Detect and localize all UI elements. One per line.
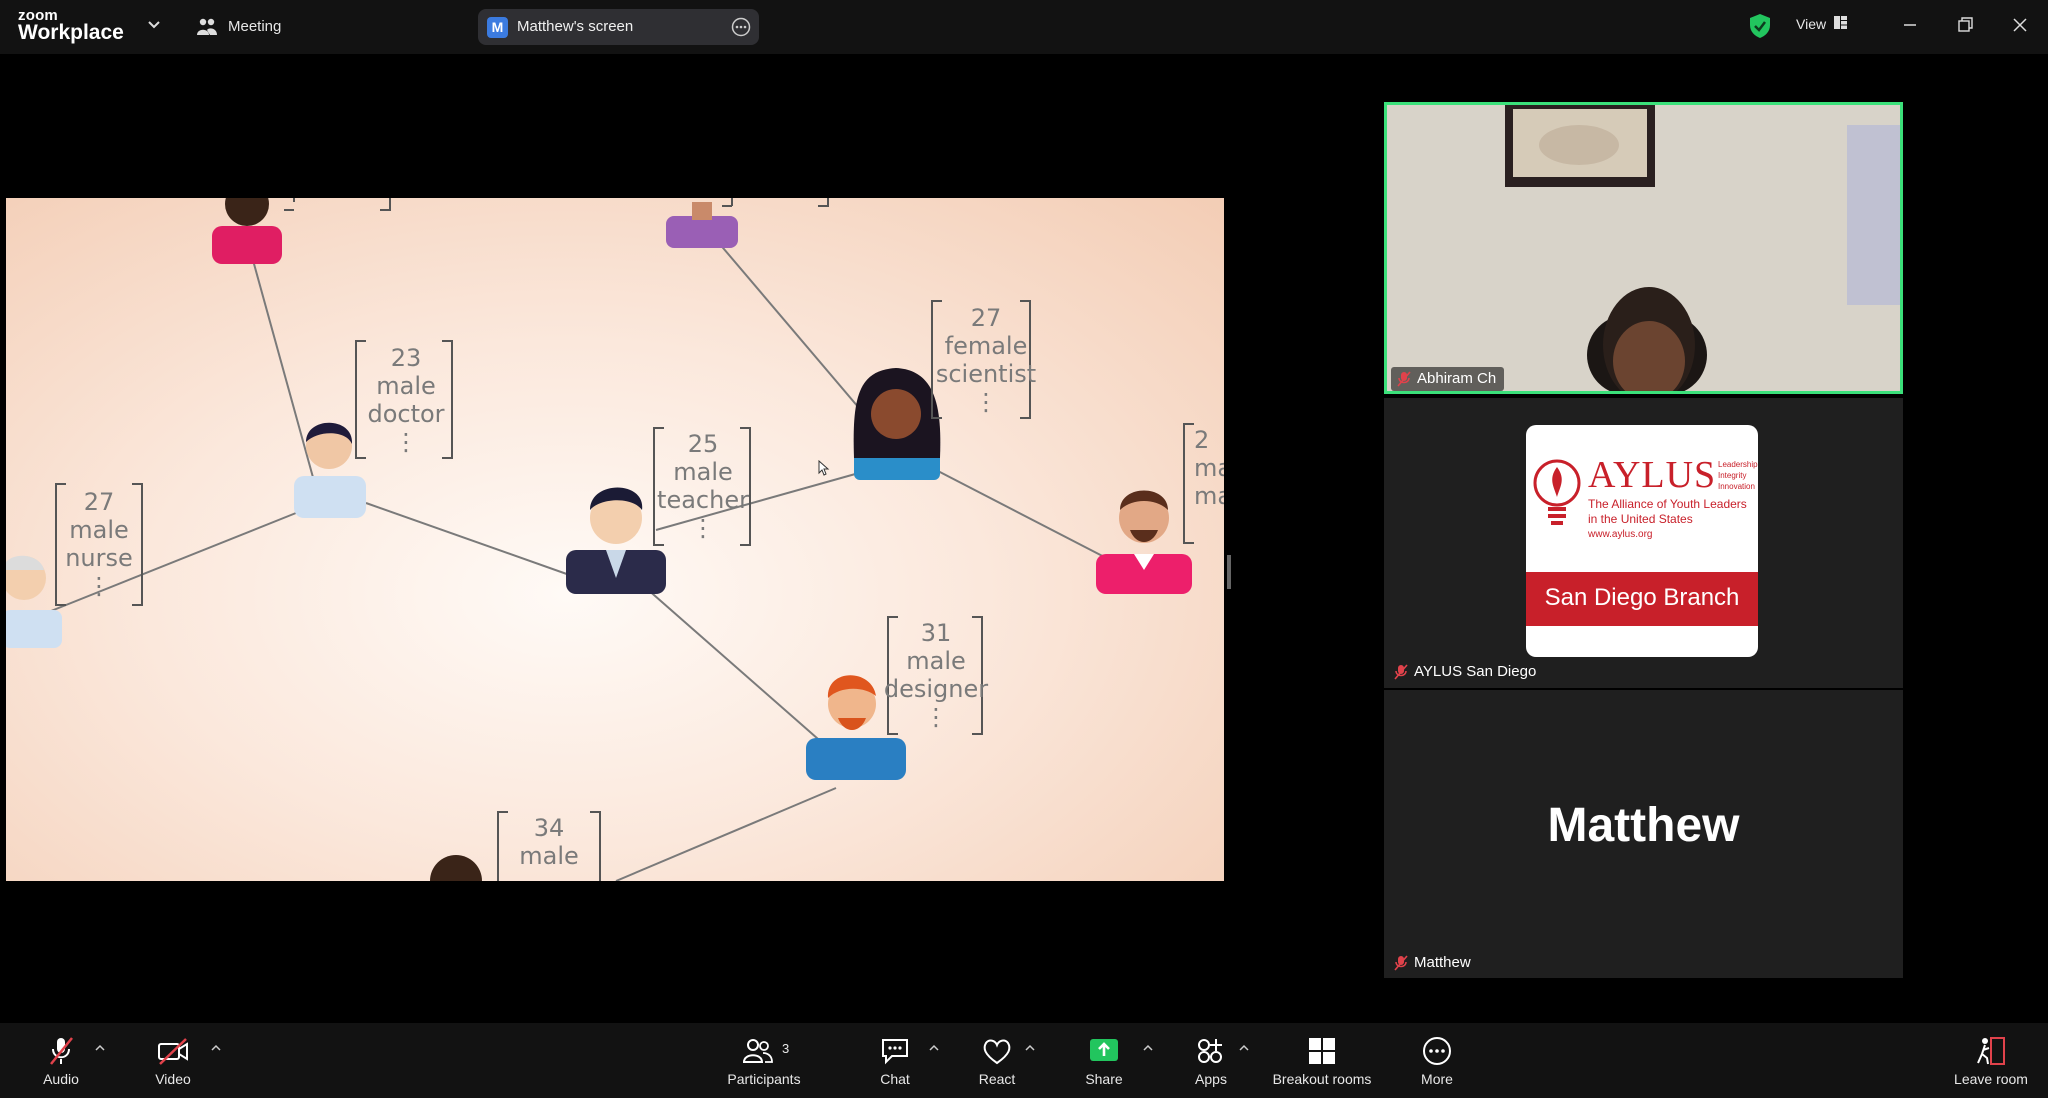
- minimize-icon[interactable]: [1896, 12, 1924, 38]
- participant-nametag: Matthew: [1388, 951, 1479, 975]
- person-figure: [430, 855, 482, 881]
- more-button[interactable]: More: [1402, 1023, 1472, 1098]
- view-button[interactable]: View: [1796, 16, 1826, 32]
- person-figure: [212, 198, 282, 264]
- chevron-up-icon[interactable]: [1024, 1043, 1036, 1053]
- participant-name: Abhiram Ch: [1417, 370, 1497, 387]
- more-icon: [1423, 1037, 1451, 1065]
- participant-display-name: Matthew: [1547, 799, 1740, 852]
- chevron-up-icon[interactable]: [94, 1043, 106, 1053]
- breakout-rooms-icon: [1309, 1038, 1335, 1064]
- participants-icon: [742, 1039, 773, 1063]
- participant-name: AYLUS San Diego: [1414, 663, 1537, 680]
- aylus-subtitle: The Alliance of Youth Leaders in the Uni…: [1588, 497, 1747, 526]
- video-tile-matthew[interactable]: Matthew Matthew: [1384, 690, 1903, 978]
- video-tile-abhiram[interactable]: Abhiram Ch: [1384, 102, 1903, 394]
- sharer-avatar: M: [487, 17, 508, 38]
- chevron-up-icon[interactable]: [928, 1043, 940, 1053]
- participants-button[interactable]: 3 Participants: [712, 1023, 816, 1098]
- profile-label: 2mamar: [1194, 426, 1224, 510]
- profile-label: 34 male: [519, 814, 579, 870]
- title-bar: zoom Workplace Meeting M Matthew's scree…: [0, 0, 2048, 54]
- breakout-rooms-button[interactable]: Breakout rooms: [1262, 1023, 1382, 1098]
- more-options-icon[interactable]: [731, 17, 751, 37]
- shared-screen-content[interactable]: 23 male doctor ⋮ 27 female scientist ⋮ 25 male t…: [6, 198, 1224, 881]
- person-figure: [666, 202, 738, 248]
- meeting-toolbar: Audio Video 3 Participants Chat React Sh…: [0, 1023, 2048, 1098]
- participant-nametag: AYLUS San Diego: [1388, 660, 1544, 684]
- share-button[interactable]: Share: [1069, 1023, 1139, 1098]
- mic-muted-icon: [50, 1037, 73, 1065]
- panel-resize-handle[interactable]: [1227, 555, 1231, 589]
- profile-label: 27 male nurse ⋮: [65, 488, 133, 600]
- profile-label: 27 female scientist ⋮: [935, 304, 1037, 416]
- close-icon[interactable]: [2006, 12, 2034, 38]
- profile-label: 31 male designer ⋮: [883, 619, 989, 731]
- chevron-up-icon[interactable]: [1238, 1043, 1250, 1053]
- video-off-icon: [158, 1038, 188, 1065]
- leave-room-button[interactable]: Leave room: [1946, 1023, 2036, 1098]
- aylus-logo: AYLUS Leadership Integrity Innovation The …: [1526, 425, 1758, 657]
- person-figure: [1096, 490, 1192, 594]
- view-layout-icon[interactable]: [1833, 15, 1848, 30]
- aylus-tagline: Leadership Integrity Innovation: [1718, 460, 1758, 491]
- participant-name: Matthew: [1414, 954, 1471, 971]
- participant-count: 3: [782, 1041, 790, 1056]
- aylus-title: AYLUS: [1588, 454, 1717, 496]
- react-button[interactable]: React: [962, 1023, 1032, 1098]
- branch-name: San Diego Branch: [1544, 584, 1740, 611]
- audio-button[interactable]: Audio: [26, 1023, 96, 1098]
- meeting-label[interactable]: Meeting: [228, 18, 281, 35]
- leave-icon: [1977, 1037, 2005, 1065]
- mouse-cursor-icon: [818, 460, 830, 476]
- profile-label: 23 male doctor ⋮: [367, 344, 445, 456]
- profile-label: 25 male teacher ⋮: [657, 430, 749, 542]
- chat-button[interactable]: Chat: [860, 1023, 930, 1098]
- chevron-up-icon[interactable]: [210, 1043, 222, 1053]
- webcam-video: [1387, 105, 1900, 391]
- mic-muted-icon: [1394, 955, 1408, 971]
- chat-icon: [882, 1039, 908, 1065]
- app-title[interactable]: Workplace: [18, 21, 124, 45]
- mic-muted-icon: [1397, 371, 1411, 387]
- participant-nametag: Abhiram Ch: [1391, 367, 1505, 391]
- apps-icon: [1198, 1039, 1222, 1063]
- aylus-url: www.aylus.org: [1588, 529, 1653, 540]
- torch-bulb-logo-icon: [1533, 459, 1581, 525]
- shared-screen-indicator[interactable]: M Matthew's screen: [478, 9, 759, 45]
- video-button[interactable]: Video: [138, 1023, 208, 1098]
- restore-icon[interactable]: [1951, 12, 1979, 38]
- shared-screen-title: Matthew's screen: [517, 18, 634, 35]
- meeting-icon[interactable]: [196, 17, 218, 37]
- apps-button[interactable]: Apps: [1176, 1023, 1246, 1098]
- video-tile-aylus[interactable]: AYLUS Leadership Integrity Innovation The …: [1384, 398, 1903, 688]
- mic-muted-icon: [1394, 664, 1408, 680]
- chevron-down-icon[interactable]: [146, 16, 162, 32]
- heart-icon: [983, 1039, 1011, 1065]
- chevron-up-icon[interactable]: [1142, 1043, 1154, 1053]
- security-shield-icon[interactable]: [1748, 13, 1772, 39]
- network-illustration: [6, 198, 1194, 881]
- share-screen-icon: [1090, 1039, 1118, 1061]
